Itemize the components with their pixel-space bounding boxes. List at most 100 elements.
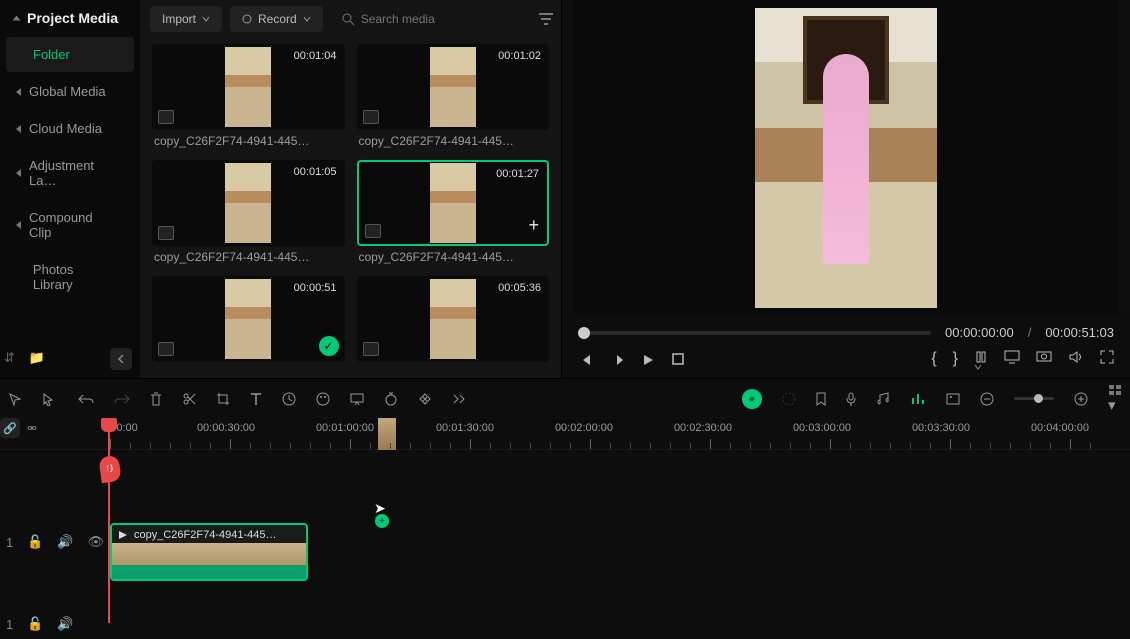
playhead-badge[interactable]: 0 (98, 455, 121, 484)
record-label: Record (258, 12, 297, 26)
microphone-icon (846, 392, 856, 406)
scrubber-handle[interactable] (578, 327, 590, 339)
clip-name: copy_C26F2F74-4941-445… (357, 246, 550, 264)
search-input[interactable] (361, 12, 516, 26)
mute-track-button[interactable]: 🔊 (57, 616, 73, 632)
delete-button[interactable] (150, 392, 162, 406)
undo-button[interactable] (78, 393, 94, 405)
zoom-in-button[interactable] (1074, 392, 1088, 406)
sidebar: Project Media Folder Global Media Cloud … (0, 0, 140, 378)
stop-button[interactable] (672, 353, 684, 367)
chevron-left-icon (116, 354, 126, 364)
mute-track-button[interactable]: 🔊 (57, 534, 73, 550)
mask-button[interactable] (350, 393, 364, 405)
lock-track-button[interactable]: 🔓 (27, 534, 43, 550)
media-clip-selected[interactable]: 00:01:27 + copy_C26F2F74-4941-445… (357, 160, 550, 264)
camera-icon (1036, 350, 1052, 362)
ai-badge[interactable]: ● (742, 389, 762, 409)
prev-frame-button[interactable] (578, 353, 592, 367)
voiceover-button[interactable] (846, 392, 856, 406)
grid-view-icon (1108, 384, 1122, 396)
display-button[interactable] (1004, 350, 1020, 370)
record-button[interactable]: Record (230, 6, 323, 32)
palette-icon (316, 392, 330, 406)
timeline[interactable]: 🔗 ⚮ 00:0000:00:30:0000:01:00:0000:01:30:… (0, 418, 1130, 637)
timeline-toolbar: ● ▾ (0, 378, 1130, 418)
mark-out-button[interactable]: } (953, 350, 958, 370)
media-clip[interactable]: 00:01:04 copy_C26F2F74-4941-445… (152, 44, 345, 148)
filter-button[interactable] (534, 8, 558, 30)
pointer-tool[interactable] (8, 392, 22, 406)
chevron-down-icon (303, 16, 311, 22)
redo-button[interactable] (114, 393, 130, 405)
video-indicator-icon (158, 226, 174, 240)
chevron-down-icon (202, 16, 210, 22)
play-pause-icon (610, 353, 624, 367)
media-clip[interactable]: 00:01:02 copy_C26F2F74-4941-445… (357, 44, 550, 148)
sidebar-item-photos[interactable]: Photos Library (6, 252, 134, 302)
trim-mode-button[interactable] (974, 350, 988, 370)
sort-icon[interactable]: ⇵ (4, 350, 15, 366)
play-forward-button[interactable] (642, 353, 654, 367)
sidebar-item-adjustment[interactable]: Adjustment La… (6, 148, 134, 198)
speed-button[interactable] (282, 392, 296, 406)
auto-button[interactable] (384, 392, 398, 406)
video-indicator-icon (365, 224, 381, 238)
crop-button[interactable] (216, 392, 230, 406)
media-clip[interactable]: 00:00:51 ✓ (152, 276, 345, 362)
ruler-tick: 00:02:00:00 (555, 422, 613, 434)
color-button[interactable] (316, 392, 330, 406)
project-media-title: Project Media (27, 10, 118, 26)
media-toolbar: Import Record (140, 0, 561, 38)
hide-track-button[interactable]: 👁 (88, 534, 105, 550)
clip-duration: 00:05:36 (498, 282, 541, 294)
split-button[interactable] (182, 392, 196, 406)
zoom-slider[interactable] (1014, 397, 1054, 400)
marker-button[interactable] (816, 392, 826, 406)
sidebar-item-folder[interactable]: Folder (6, 37, 134, 72)
video-indicator-icon (158, 110, 174, 124)
keyframe-icon (418, 392, 432, 406)
viewer-frame (755, 8, 937, 308)
mark-in-button[interactable]: { (931, 350, 936, 370)
zoom-out-button[interactable] (980, 392, 994, 406)
collapse-sidebar-button[interactable] (110, 348, 132, 370)
sidebar-item-cloud[interactable]: Cloud Media (6, 111, 134, 146)
zoom-handle[interactable] (1034, 394, 1043, 403)
audio-button[interactable] (876, 392, 890, 406)
keyframe-button[interactable] (418, 392, 432, 406)
search-wrap[interactable] (331, 8, 526, 30)
step-back-icon (578, 353, 592, 367)
media-panel: Import Record 00:01:04 (140, 0, 562, 378)
lock-track-button[interactable]: 🔓 (27, 616, 43, 632)
play-button[interactable] (610, 353, 624, 367)
video-viewer[interactable] (574, 0, 1118, 315)
ruler-tick: 00:03:30:00 (912, 422, 970, 434)
arrow-select-icon (42, 392, 58, 406)
fullscreen-button[interactable] (1100, 350, 1114, 370)
sidebar-item-global[interactable]: Global Media (6, 74, 134, 109)
auto-speed-button[interactable] (782, 392, 796, 406)
select-tool[interactable] (42, 392, 58, 406)
view-mode-button[interactable]: ▾ (1108, 384, 1122, 414)
sidebar-item-label: Global Media (29, 84, 106, 99)
timeline-ruler[interactable]: 00:0000:00:30:0000:01:00:0000:01:30:0000… (0, 418, 1130, 450)
scrubber-track[interactable] (578, 331, 931, 335)
snapshot-button[interactable] (1036, 350, 1052, 370)
volume-button[interactable] (1068, 350, 1084, 370)
sidebar-header[interactable]: Project Media (0, 0, 140, 36)
import-button[interactable]: Import (150, 6, 222, 32)
effects-button[interactable] (910, 392, 926, 406)
sidebar-item-compound[interactable]: Compound Clip (6, 200, 134, 250)
text-button[interactable] (250, 392, 262, 406)
media-clip[interactable]: 00:01:05 copy_C26F2F74-4941-445… (152, 160, 345, 264)
new-folder-icon[interactable]: 📁 (29, 350, 45, 366)
export-frame-button[interactable] (946, 393, 960, 405)
media-clip[interactable]: 00:05:36 (357, 276, 550, 362)
timeline-clip[interactable]: copy_C26F2F74-4941-445… (110, 523, 308, 581)
playhead[interactable] (108, 418, 110, 623)
add-to-timeline-button[interactable]: + (528, 215, 539, 236)
stop-icon (672, 353, 684, 365)
tc-separator: / (1028, 325, 1032, 340)
more-tools-button[interactable] (452, 394, 466, 404)
